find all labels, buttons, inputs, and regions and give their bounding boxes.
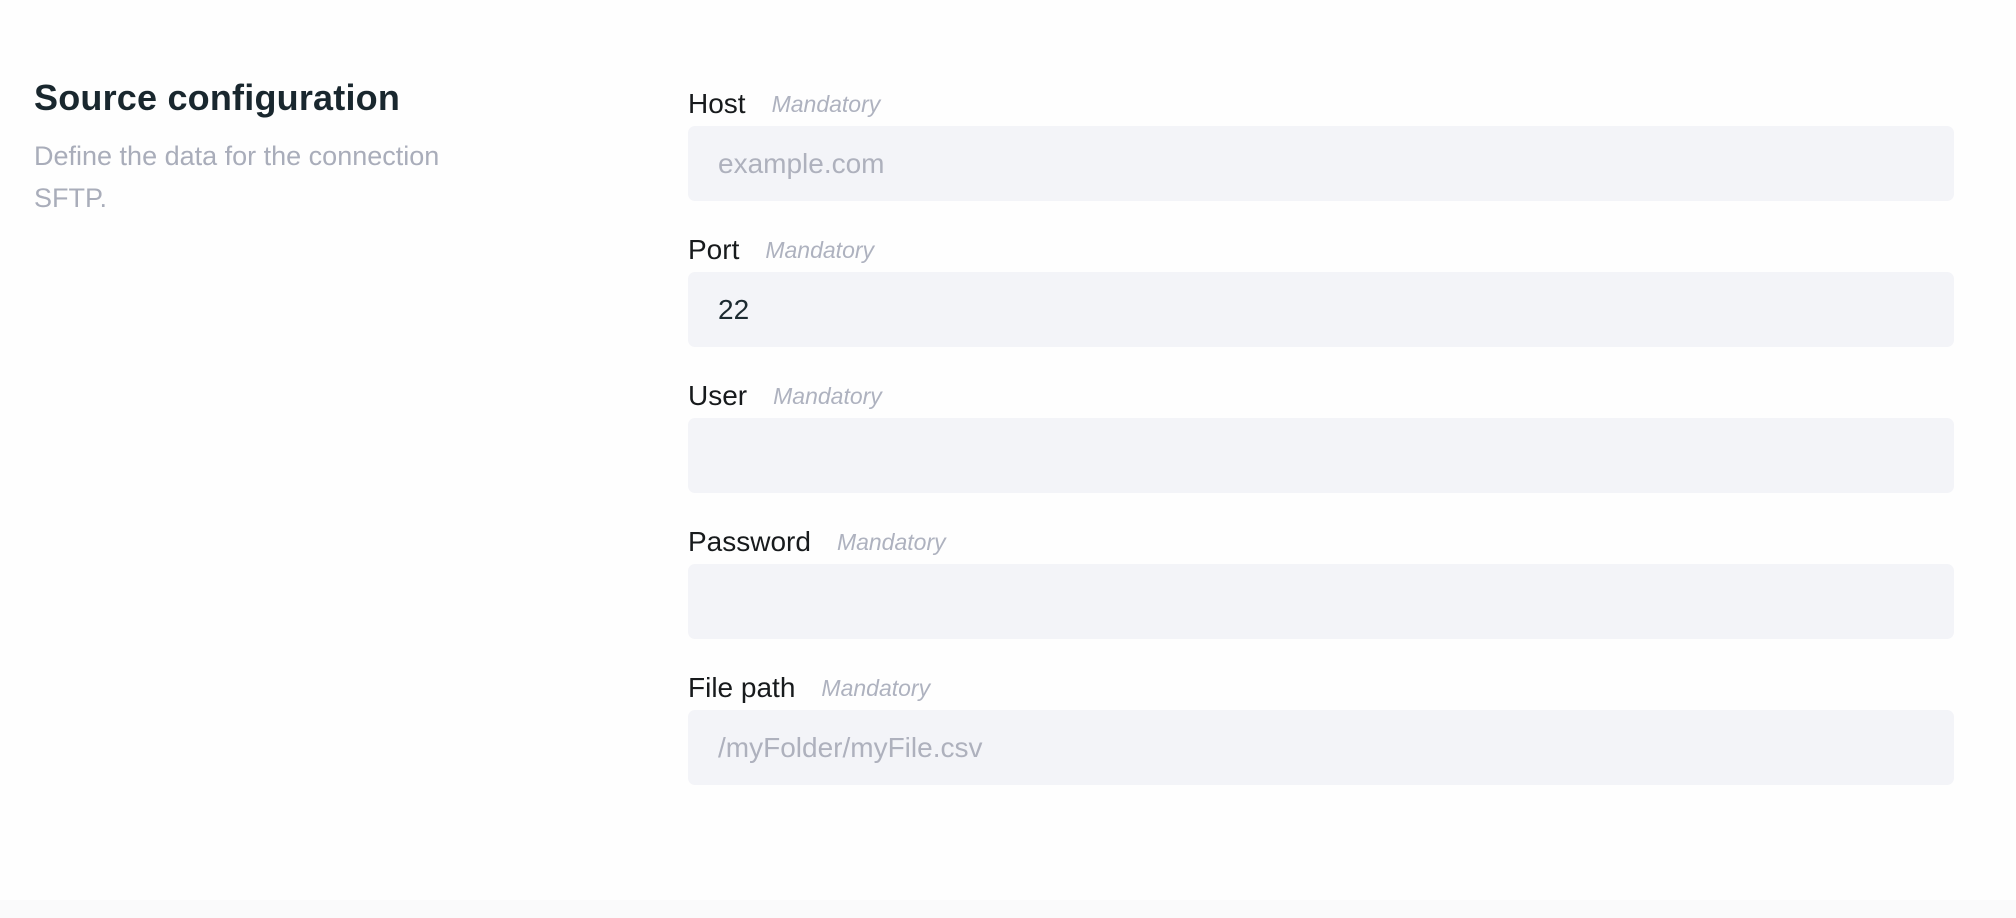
port-mandatory-hint: Mandatory bbox=[765, 236, 875, 263]
file-path-mandatory-hint: Mandatory bbox=[821, 674, 931, 701]
user-mandatory-hint: Mandatory bbox=[773, 382, 882, 409]
port-field-group: Port Mandatory bbox=[688, 230, 1954, 376]
password-field-group: Password Mandatory bbox=[688, 522, 1954, 668]
port-label-row: Port Mandatory bbox=[688, 230, 1954, 270]
file-path-label: File path bbox=[688, 672, 796, 703]
file-path-input[interactable] bbox=[688, 710, 1954, 785]
section-title: Source configuration bbox=[34, 77, 401, 118]
port-label: Port bbox=[688, 234, 740, 265]
user-label: User bbox=[688, 380, 748, 411]
bottom-edge-band bbox=[0, 900, 2016, 918]
host-field-group: Host Mandatory bbox=[688, 84, 1954, 230]
file-path-field-group: File path Mandatory bbox=[688, 668, 1954, 814]
password-input[interactable] bbox=[688, 564, 1954, 639]
host-label: Host bbox=[688, 88, 746, 119]
host-input[interactable] bbox=[688, 126, 1954, 201]
port-input[interactable] bbox=[688, 272, 1954, 347]
password-label-row: Password Mandatory bbox=[688, 522, 1954, 562]
host-label-row: Host Mandatory bbox=[688, 84, 1954, 124]
source-configuration-page: Source configuration Define the data for… bbox=[0, 0, 2016, 918]
section-intro: Source configuration Define the data for… bbox=[34, 72, 514, 219]
user-label-row: User Mandatory bbox=[688, 376, 1954, 416]
user-input[interactable] bbox=[688, 418, 1954, 493]
user-field-group: User Mandatory bbox=[688, 376, 1954, 522]
sftp-connection-form: Host Mandatory Port Mandatory User Manda… bbox=[688, 84, 1954, 814]
host-mandatory-hint: Mandatory bbox=[771, 90, 881, 117]
file-path-label-row: File path Mandatory bbox=[688, 668, 1954, 708]
section-description: Define the data for the connection SFTP. bbox=[34, 141, 440, 213]
password-mandatory-hint: Mandatory bbox=[836, 528, 946, 555]
password-label: Password bbox=[688, 526, 811, 557]
